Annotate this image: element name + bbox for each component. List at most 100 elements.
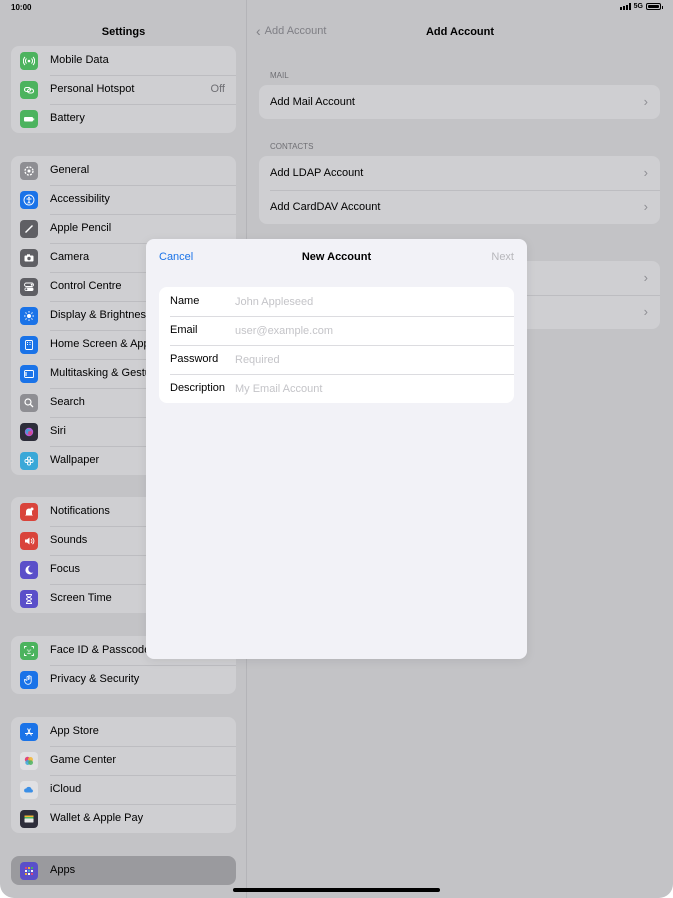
detail-title: Add Account — [425, 26, 495, 38]
battery-icon — [20, 110, 38, 128]
section-header-contacts: CONTACTS — [270, 142, 314, 151]
sidebar-item-label: Wallpaper — [50, 454, 100, 466]
account-form: Name Email Password Description — [159, 287, 514, 403]
camera-icon — [20, 249, 38, 267]
network-type: 5G — [633, 3, 643, 10]
sidebar-item-app-store[interactable]: App Store — [11, 717, 236, 746]
sidebar-item-label: Battery — [50, 112, 85, 124]
sidebar-item-label: Apple Pencil — [50, 222, 112, 234]
apps-grid-icon — [20, 862, 38, 880]
sidebar-item-label: Sounds — [50, 534, 88, 546]
sidebar-item-accessibility[interactable]: Accessibility — [11, 185, 236, 214]
sidebar-item-label: Accessibility — [50, 193, 110, 205]
email-input[interactable] — [235, 321, 505, 340]
hotspot-status: Off — [210, 83, 225, 95]
chevron-right-icon: › — [643, 165, 648, 180]
password-input[interactable] — [235, 350, 505, 369]
sidebar-group-connectivity: Mobile Data Personal Hotspot Off Battery — [11, 46, 236, 133]
sidebar-item-battery[interactable]: Battery — [11, 104, 236, 133]
sidebar-item-label: Personal Hotspot — [50, 83, 135, 95]
home-indicator[interactable] — [233, 888, 440, 892]
mail-section: Add Mail Account › — [259, 85, 660, 119]
app-store-icon — [20, 723, 38, 741]
row-label: Add Mail Account — [270, 96, 355, 108]
sidebar-item-label: Mobile Data — [50, 54, 109, 66]
sidebar-item-label: Siri — [50, 425, 66, 437]
wallet-icon — [20, 810, 38, 828]
sidebar-title: Settings — [101, 26, 146, 38]
bell-icon — [20, 503, 38, 521]
switches-icon — [20, 278, 38, 296]
sidebar-item-privacy[interactable]: Privacy & Security — [11, 665, 236, 694]
siri-icon — [20, 423, 38, 441]
antenna-icon — [20, 52, 38, 70]
sidebar-item-label: Screen Time — [50, 592, 112, 604]
ipad-screen: 10:00 5G Settings Mobile Data Personal H… — [0, 0, 673, 898]
sidebar-item-label: Apps — [50, 864, 76, 876]
name-label: Name — [170, 295, 200, 307]
home-screen-icon — [20, 336, 38, 354]
sidebar-item-label: Wallet & Apple Pay — [50, 812, 144, 824]
sidebar-group-apps: Apps — [11, 856, 236, 885]
pencil-icon — [20, 220, 38, 238]
sidebar-item-label: Game Center — [50, 754, 117, 766]
search-icon — [20, 394, 38, 412]
description-row: Description — [159, 374, 514, 403]
link-icon — [20, 81, 38, 99]
sidebar-item-label: Notifications — [50, 505, 110, 517]
row-label: Add LDAP Account — [270, 167, 364, 179]
hourglass-icon — [20, 590, 38, 608]
chevron-right-icon: › — [643, 270, 648, 285]
face-id-icon — [20, 642, 38, 660]
sidebar-item-label: Camera — [50, 251, 90, 263]
row-label: Add CardDAV Account — [270, 201, 381, 213]
battery-icon — [646, 3, 663, 10]
sidebar-item-apps[interactable]: Apps — [11, 856, 236, 885]
sheet-title: New Account — [301, 251, 372, 263]
next-button[interactable]: Next — [491, 251, 514, 263]
sidebar-item-personal-hotspot[interactable]: Personal Hotspot Off — [11, 75, 236, 104]
signal-icon — [619, 3, 631, 10]
sidebar-item-label: Face ID & Passcode — [50, 644, 151, 656]
add-carddav-account-row[interactable]: Add CardDAV Account › — [259, 190, 660, 224]
section-header-mail: MAIL — [270, 71, 289, 80]
description-input[interactable] — [235, 379, 505, 398]
sidebar-group-services: App Store Game Center iCloud Wallet & Ap… — [11, 717, 236, 833]
contacts-section: Add LDAP Account › Add CardDAV Account › — [259, 156, 660, 224]
hand-icon — [20, 671, 38, 689]
flower-icon — [20, 452, 38, 470]
description-label: Description — [170, 382, 226, 394]
sidebar-item-label: Search — [50, 396, 85, 408]
status-indicators: 5G — [619, 3, 663, 10]
sidebar-item-label: Privacy & Security — [50, 673, 140, 685]
sidebar-item-game-center[interactable]: Game Center — [11, 746, 236, 775]
password-label: Password — [170, 353, 219, 365]
sidebar-item-label: iCloud — [50, 783, 82, 795]
accessibility-icon — [20, 191, 38, 209]
gear-icon — [20, 162, 38, 180]
sidebar-item-general[interactable]: General — [11, 156, 236, 185]
sidebar-item-label: Focus — [50, 563, 80, 575]
sidebar-item-mobile-data[interactable]: Mobile Data — [11, 46, 236, 75]
status-bar: 10:00 5G — [0, 0, 673, 16]
chevron-right-icon: › — [643, 199, 648, 214]
email-label: Email — [170, 324, 198, 336]
sidebar-item-label: App Store — [50, 725, 99, 737]
chevron-right-icon: › — [643, 94, 648, 109]
new-account-sheet: Cancel New Account Next Name Email Passw… — [146, 239, 527, 659]
name-input[interactable] — [235, 292, 505, 311]
sidebar-item-wallet[interactable]: Wallet & Apple Pay — [11, 804, 236, 833]
sidebar-item-label: General — [50, 164, 90, 176]
speaker-icon — [20, 532, 38, 550]
status-time: 10:00 — [11, 3, 32, 12]
email-row: Email — [159, 316, 514, 345]
sun-icon — [20, 307, 38, 325]
moon-icon — [20, 561, 38, 579]
add-ldap-account-row[interactable]: Add LDAP Account › — [259, 156, 660, 190]
multitasking-icon — [20, 365, 38, 383]
sidebar-item-icloud[interactable]: iCloud — [11, 775, 236, 804]
add-mail-account-row[interactable]: Add Mail Account › — [259, 85, 660, 119]
game-center-icon — [20, 752, 38, 770]
chevron-right-icon: › — [643, 304, 648, 319]
name-row: Name — [159, 287, 514, 316]
